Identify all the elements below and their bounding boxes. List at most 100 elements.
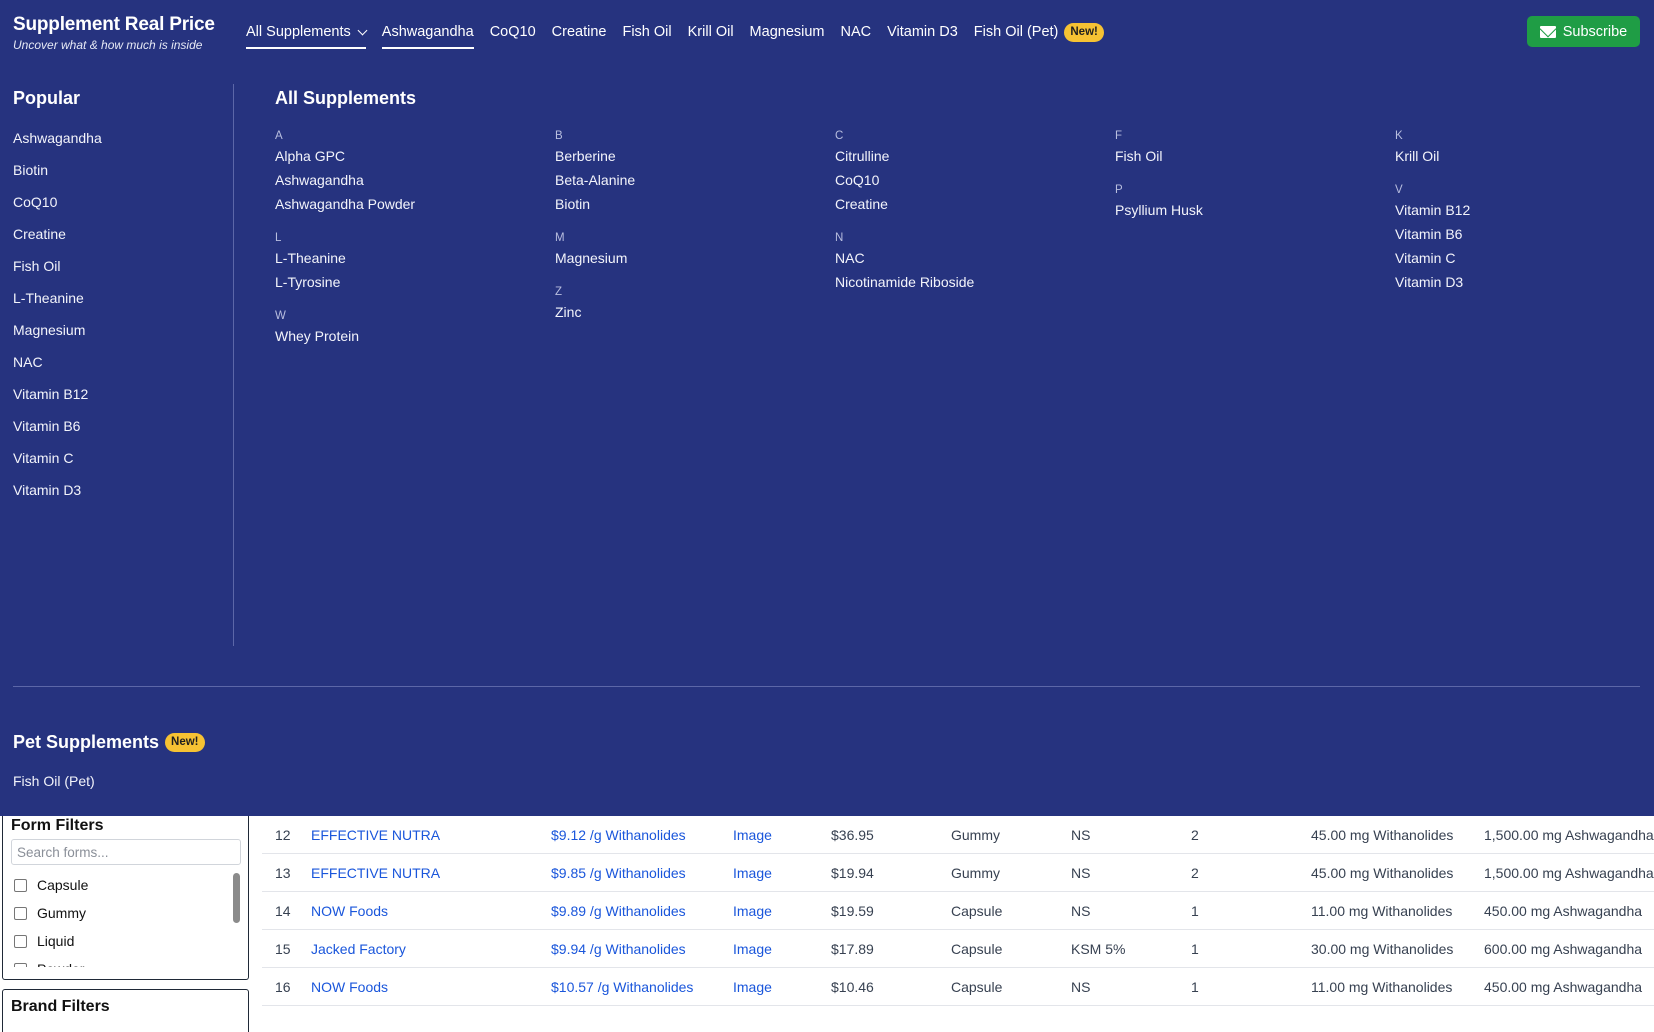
supplement-link-zinc[interactable]: Zinc	[555, 300, 815, 324]
checkbox[interactable]	[14, 878, 27, 892]
active-amount: 45.00 mg Withanolides	[1311, 865, 1454, 881]
supplement-link-beta-alanine[interactable]: Beta-Alanine	[555, 168, 815, 192]
image-link[interactable]: Image	[733, 968, 772, 1006]
form-option-powder[interactable]: Powder	[11, 955, 240, 967]
popular-item-vitamin-b12[interactable]: Vitamin B12	[13, 378, 213, 410]
brand-link[interactable]: NOW Foods	[311, 892, 388, 930]
nav-creatine[interactable]: Creatine	[552, 15, 607, 49]
supplement-link-nicotinamide-riboside[interactable]: Nicotinamide Riboside	[835, 270, 1095, 294]
nav-fish-oil[interactable]: Fish Oil	[622, 15, 671, 49]
popular-item-coq10[interactable]: CoQ10	[13, 186, 213, 218]
nav-all-supplements[interactable]: All Supplements	[246, 15, 368, 49]
supplement-link-vitamin-d3[interactable]: Vitamin D3	[1395, 270, 1654, 294]
letter-group-m: M Magnesium	[555, 224, 815, 270]
total-amount: 1,500.00 mg Ashwagandha	[1484, 865, 1654, 881]
product-form: Capsule	[951, 979, 1003, 995]
brand-link[interactable]: Jacked Factory	[311, 930, 406, 968]
serving-count: 2	[1191, 827, 1199, 843]
total-amount: 450.00 mg Ashwagandha	[1484, 903, 1643, 919]
supplement-link-ashwagandha-powder[interactable]: Ashwagandha Powder	[275, 192, 535, 216]
site-brand[interactable]: Supplement Real Price Uncover what & how…	[13, 14, 215, 53]
popular-item-nac[interactable]: NAC	[13, 346, 213, 378]
supplement-link-creatine[interactable]: Creatine	[835, 192, 1095, 216]
form-search-input[interactable]	[11, 839, 241, 865]
supplement-link-alpha-gpc[interactable]: Alpha GPC	[275, 144, 535, 168]
supplement-link-fish-oil[interactable]: Fish Oil	[1115, 144, 1375, 168]
pet-supplements-title: Pet Supplements	[13, 732, 160, 752]
brand-filters-panel: Brand Filters	[2, 989, 249, 1032]
checkbox[interactable]	[14, 962, 27, 967]
price-per-gram-link[interactable]: $9.12 /g Withanolides	[551, 816, 686, 854]
popular-item-creatine[interactable]: Creatine	[13, 218, 213, 250]
popular-item-magnesium[interactable]: Magnesium	[13, 314, 213, 346]
supplement-link-l-tyrosine[interactable]: L-Tyrosine	[275, 270, 535, 294]
supplement-link-l-theanine[interactable]: L-Theanine	[275, 246, 535, 270]
active-amount: 30.00 mg Withanolides	[1311, 941, 1454, 957]
nav-ashwagandha[interactable]: Ashwagandha	[381, 15, 474, 49]
popular-item-biotin[interactable]: Biotin	[13, 154, 213, 186]
letter-group-l: L L-Theanine L-Tyrosine	[275, 224, 535, 294]
product-price: $19.59	[831, 903, 874, 919]
checkbox[interactable]	[14, 906, 27, 920]
nav-nac[interactable]: NAC	[841, 15, 872, 49]
popular-section: Popular Ashwagandha Biotin CoQ10 Creatine Fi…	[13, 86, 213, 506]
popular-item-vitamin-c[interactable]: Vitamin C	[13, 442, 213, 474]
form-option-label: Gummy	[37, 905, 86, 921]
active-amount: 11.00 mg Withanolides	[1311, 903, 1453, 919]
image-link[interactable]: Image	[733, 930, 772, 968]
supplement-link-magnesium[interactable]: Magnesium	[555, 246, 815, 270]
brand-link[interactable]: EFFECTIVE NUTRA	[311, 816, 440, 854]
image-link[interactable]: Image	[733, 892, 772, 930]
product-price: $10.46	[831, 979, 874, 995]
form-option-liquid[interactable]: Liquid	[11, 927, 240, 955]
extract-type: NS	[1071, 903, 1091, 919]
supplement-link-coq10[interactable]: CoQ10	[835, 168, 1095, 192]
table-row: 14 NOW Foods $9.89 /g Withanolides Image $19…	[262, 892, 1654, 930]
popular-list: Ashwagandha Biotin CoQ10 Creatine Fish Oil L-…	[13, 122, 213, 506]
menu-divider-vertical	[233, 84, 234, 646]
popular-item-fish-oil[interactable]: Fish Oil	[13, 250, 213, 282]
nav-krill-oil[interactable]: Krill Oil	[688, 15, 734, 49]
supplement-link-psyllium-husk[interactable]: Psyllium Husk	[1115, 198, 1375, 222]
extract-type: KSM 5%	[1071, 941, 1126, 957]
popular-item-vitamin-d3[interactable]: Vitamin D3	[13, 474, 213, 506]
supplement-link-whey-protein[interactable]: Whey Protein	[275, 324, 535, 348]
supplement-link-citrulline[interactable]: Citrulline	[835, 144, 1095, 168]
popular-item-l-theanine[interactable]: L-Theanine	[13, 282, 213, 314]
nav-fish-oil-pet[interactable]: Fish Oil (Pet) New!	[974, 15, 1104, 49]
brand-link[interactable]: NOW Foods	[311, 968, 388, 1006]
supplement-link-ashwagandha[interactable]: Ashwagandha	[275, 168, 535, 192]
group-letter: Z	[555, 286, 563, 298]
form-option-gummy[interactable]: Gummy	[11, 899, 240, 927]
nav-vitamin-d3[interactable]: Vitamin D3	[887, 15, 958, 49]
supplement-link-krill-oil[interactable]: Krill Oil	[1395, 144, 1654, 168]
form-list-scrollbar[interactable]	[233, 873, 240, 923]
checkbox[interactable]	[14, 934, 27, 948]
image-link[interactable]: Image	[733, 816, 772, 854]
price-per-gram-link[interactable]: $9.89 /g Withanolides	[551, 892, 686, 930]
subscribe-button[interactable]: Subscribe	[1527, 16, 1640, 47]
supplement-link-biotin[interactable]: Biotin	[555, 192, 815, 216]
supplement-link-vitamin-b6[interactable]: Vitamin B6	[1395, 222, 1654, 246]
nav-coq10[interactable]: CoQ10	[490, 15, 536, 49]
supplement-link-vitamin-c[interactable]: Vitamin C	[1395, 246, 1654, 270]
price-per-gram-link[interactable]: $9.85 /g Withanolides	[551, 854, 686, 892]
site-title[interactable]: Supplement Real Price	[13, 14, 215, 36]
nav-label: Creatine	[551, 24, 607, 40]
supplement-link-berberine[interactable]: Berberine	[555, 144, 815, 168]
form-option-capsule[interactable]: Capsule	[11, 871, 240, 899]
supplement-link-nac[interactable]: NAC	[835, 246, 1095, 270]
popular-item-vitamin-b6[interactable]: Vitamin B6	[13, 410, 213, 442]
pet-item-fish-oil[interactable]: Fish Oil (Pet)	[13, 772, 95, 790]
brand-link[interactable]: EFFECTIVE NUTRA	[311, 854, 440, 892]
popular-item-ashwagandha[interactable]: Ashwagandha	[13, 122, 213, 154]
price-per-gram-link[interactable]: $9.94 /g Withanolides	[551, 930, 686, 968]
active-amount: 45.00 mg Withanolides	[1311, 827, 1454, 843]
image-link[interactable]: Image	[733, 854, 772, 892]
group-letter: B	[555, 130, 563, 142]
nav-magnesium[interactable]: Magnesium	[750, 15, 825, 49]
form-options-list: Capsule Gummy Liquid Powder	[11, 871, 240, 967]
supplement-link-vitamin-b12[interactable]: Vitamin B12	[1395, 198, 1654, 222]
nav-label: NAC	[840, 24, 872, 40]
price-per-gram-link[interactable]: $10.57 /g Withanolides	[551, 968, 693, 1006]
